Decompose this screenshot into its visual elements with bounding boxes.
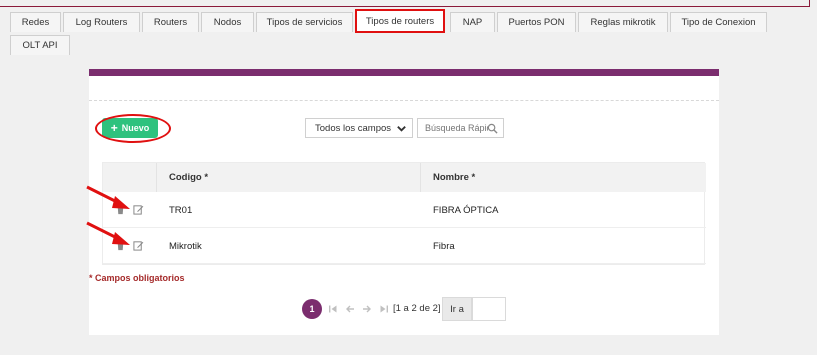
panel-accent-bar bbox=[89, 69, 719, 76]
pagination: 1 [1 a 2 de 2] Ir a bbox=[0, 297, 817, 323]
goto-button[interactable]: Ir a bbox=[442, 297, 472, 321]
tab-label: Redes bbox=[21, 17, 50, 28]
tab-label: OLT API bbox=[22, 40, 58, 51]
tab-tipos-de-routers[interactable]: Tipos de routers bbox=[355, 9, 445, 33]
tab-olt-api[interactable]: OLT API bbox=[10, 35, 70, 55]
tab-label: Tipo de Conexion bbox=[681, 17, 756, 28]
tab-label: Tipos de routers bbox=[365, 15, 435, 27]
content-panel: + Nuevo Todos los campos Codigo * Nombre… bbox=[89, 69, 719, 335]
chevron-down-icon bbox=[397, 126, 406, 132]
tab-tipos-de-servicios[interactable]: Tipos de servicios bbox=[256, 12, 353, 32]
search-icon[interactable] bbox=[487, 123, 498, 134]
tab-log-routers[interactable]: Log Routers bbox=[63, 12, 140, 32]
next-page-icon[interactable] bbox=[362, 304, 372, 314]
tab-label: Tipos de servicios bbox=[266, 17, 343, 28]
search-input[interactable] bbox=[418, 119, 488, 137]
tab-label: Reglas mikrotik bbox=[590, 17, 656, 28]
cell-nombre: Fibra bbox=[433, 240, 455, 252]
annotation-arrow bbox=[86, 221, 130, 245]
tab-nap[interactable]: NAP bbox=[450, 12, 495, 32]
tab-label: NAP bbox=[462, 17, 483, 28]
page-range: [1 a 2 de 2] bbox=[393, 303, 441, 314]
data-table: Codigo * Nombre * TR01 FIBRA ÓPTICA Mikr… bbox=[102, 162, 706, 265]
field-select[interactable]: Todos los campos bbox=[305, 118, 413, 138]
tab-routers[interactable]: Routers bbox=[142, 12, 199, 32]
required-note: * Campos obligatorios bbox=[89, 273, 185, 283]
highlight-ellipse bbox=[95, 114, 171, 143]
cell-codigo: Mikrotik bbox=[169, 240, 202, 252]
cell-nombre: FIBRA ÓPTICA bbox=[433, 204, 499, 216]
last-page-icon[interactable] bbox=[379, 304, 389, 314]
tab-reglas-mikrotik[interactable]: Reglas mikrotik bbox=[578, 12, 668, 32]
tab-puertos-pon[interactable]: Puertos PON bbox=[497, 12, 576, 32]
tab-label: Puertos PON bbox=[508, 17, 565, 28]
tab-label: Nodos bbox=[213, 17, 242, 28]
column-header-nombre[interactable]: Nombre * bbox=[433, 163, 475, 192]
tab-redes[interactable]: Redes bbox=[10, 12, 61, 32]
column-separator bbox=[156, 163, 157, 192]
column-header-codigo[interactable]: Codigo * bbox=[169, 163, 208, 192]
prev-page-icon[interactable] bbox=[345, 304, 355, 314]
annotation-arrow bbox=[86, 185, 130, 209]
table-header: Codigo * Nombre * bbox=[103, 163, 706, 192]
tab-bar: Redes Log Routers Routers Nodos Tipos de… bbox=[0, 0, 817, 60]
tab-label: Routers bbox=[153, 17, 188, 28]
tab-tipo-de-conexion[interactable]: Tipo de Conexion bbox=[670, 12, 767, 32]
search-box bbox=[417, 118, 504, 138]
first-page-icon[interactable] bbox=[328, 304, 338, 314]
table-row: TR01 FIBRA ÓPTICA bbox=[103, 192, 706, 228]
column-separator bbox=[420, 163, 421, 192]
current-page[interactable]: 1 bbox=[302, 299, 322, 319]
cell-codigo: TR01 bbox=[169, 204, 193, 216]
goto-page-input[interactable] bbox=[472, 297, 506, 321]
field-select-value: Todos los campos bbox=[315, 122, 392, 134]
table-row: Mikrotik Fibra bbox=[103, 228, 706, 264]
tab-label: Log Routers bbox=[75, 17, 128, 28]
panel-divider bbox=[89, 100, 719, 101]
tab-nodos[interactable]: Nodos bbox=[201, 12, 254, 32]
